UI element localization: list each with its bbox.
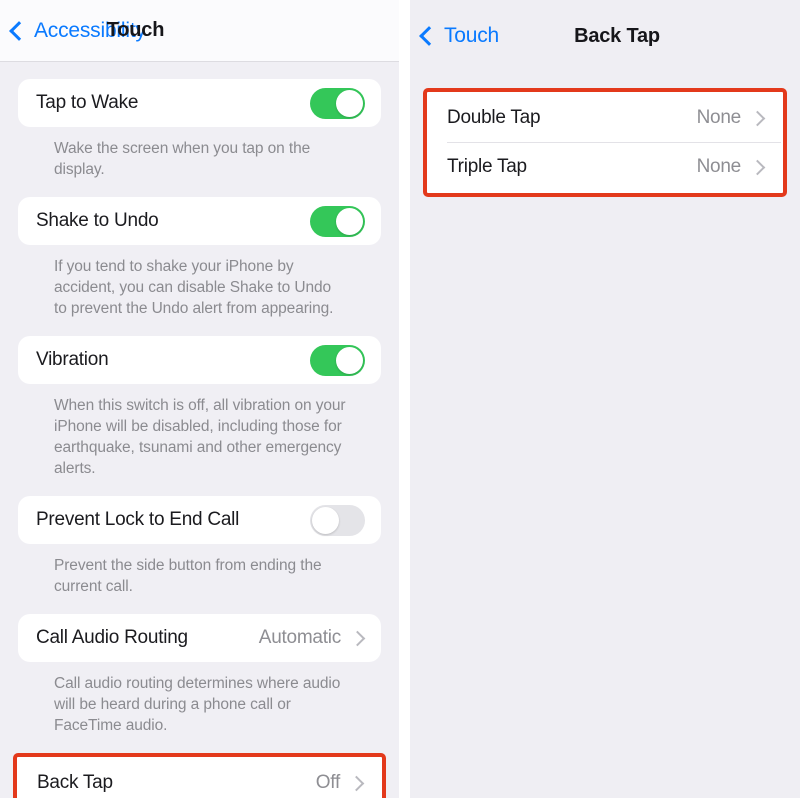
call-audio-routing-description: Call audio routing determines where audi… <box>54 675 341 734</box>
row-value-group: None <box>696 156 766 178</box>
back-to-accessibility-button[interactable]: Accessibility <box>0 19 146 43</box>
call-audio-routing-value: Automatic <box>258 627 341 648</box>
shake-to-undo-description: If you tend to shake your iPhone by acci… <box>54 258 334 317</box>
chevron-left-icon <box>9 20 29 41</box>
tap-to-wake-toggle[interactable] <box>310 87 365 119</box>
call-audio-routing-card: Call Audio Routing Automatic <box>18 614 381 662</box>
row-double-tap[interactable]: Double Tap None <box>429 94 781 142</box>
toggle-knob <box>312 506 339 534</box>
screen-divider <box>399 0 410 798</box>
back-button-label: Accessibility <box>34 18 146 42</box>
row-value-group: Automatic <box>258 627 366 649</box>
row-shake-to-undo[interactable]: Shake to Undo <box>18 197 381 245</box>
section-vibration: Vibration When this switch is off, all v… <box>18 336 381 479</box>
triple-tap-value: None <box>696 156 742 177</box>
tap-options-highlight-box: Double Tap None Triple Tap None <box>423 88 787 197</box>
row-label: Back Tap <box>37 772 113 793</box>
list-top-spacer <box>0 62 399 79</box>
row-label: Double Tap <box>447 107 541 128</box>
back-tap-card: Back Tap Off <box>19 759 380 798</box>
row-vibration[interactable]: Vibration <box>18 336 381 384</box>
vibration-description: When this switch is off, all vibration o… <box>54 397 346 477</box>
row-prevent-lock-to-end-call[interactable]: Prevent Lock to End Call <box>18 496 381 544</box>
toggle-knob <box>336 89 363 117</box>
section-back-tap: Back Tap Off Double or triple tap on the… <box>0 753 399 798</box>
tap-to-wake-description: Wake the screen when you tap on the disp… <box>54 140 311 178</box>
section-prevent-lock-to-end-call: Prevent Lock to End Call Prevent the sid… <box>18 496 381 597</box>
touch-settings-list: Tap to Wake Wake the screen when you tap… <box>0 62 399 798</box>
chevron-left-icon <box>419 26 439 46</box>
chevron-right-icon <box>349 630 366 646</box>
row-tap-to-wake[interactable]: Tap to Wake <box>18 79 381 127</box>
row-label: Call Audio Routing <box>36 627 188 648</box>
row-value-group: Off <box>315 772 365 794</box>
back-tap-navigation-bar: Touch Back Tap <box>410 0 800 72</box>
tap-options-card: Double Tap None Triple Tap None <box>429 94 781 191</box>
toggle-knob <box>336 207 363 235</box>
back-tap-list: Double Tap None Triple Tap None <box>410 88 800 197</box>
section-call-audio-routing: Call Audio Routing Automatic Call audio … <box>18 614 381 736</box>
touch-navigation-bar: Accessibility Touch <box>0 0 399 62</box>
chevron-right-icon <box>348 775 365 791</box>
row-value-group: None <box>696 107 766 129</box>
dual-screenshot-container: Accessibility Touch Tap to Wake Wake the… <box>0 0 800 798</box>
shake-to-undo-toggle[interactable] <box>310 205 365 237</box>
section-shake-to-undo: Shake to Undo If you tend to shake your … <box>18 197 381 319</box>
row-label: Vibration <box>36 349 109 370</box>
back-tap-value: Off <box>315 772 341 793</box>
prevent-lock-to-end-call-card: Prevent Lock to End Call <box>18 496 381 544</box>
row-label: Tap to Wake <box>36 92 139 113</box>
row-call-audio-routing[interactable]: Call Audio Routing Automatic <box>18 614 381 662</box>
double-tap-value: None <box>696 107 742 128</box>
back-tap-highlight-box: Back Tap Off <box>13 753 386 798</box>
prevent-lock-to-end-call-toggle[interactable] <box>310 504 365 536</box>
back-to-touch-button[interactable]: Touch <box>410 24 499 48</box>
row-label: Triple Tap <box>447 156 527 177</box>
chevron-right-icon <box>749 110 766 126</box>
shake-to-undo-card: Shake to Undo <box>18 197 381 245</box>
vibration-toggle[interactable] <box>310 344 365 376</box>
back-tap-settings-screen: Touch Back Tap Double Tap None Triple Ta… <box>410 0 800 798</box>
back-button-label: Touch <box>444 24 500 47</box>
touch-settings-screen: Accessibility Touch Tap to Wake Wake the… <box>0 0 399 798</box>
row-label: Prevent Lock to End Call <box>36 509 240 530</box>
row-back-tap[interactable]: Back Tap Off <box>19 759 380 798</box>
vibration-card: Vibration <box>18 336 381 384</box>
prevent-lock-to-end-call-description: Prevent the side button from ending the … <box>54 557 322 595</box>
row-label: Shake to Undo <box>36 210 159 231</box>
chevron-right-icon <box>749 159 766 175</box>
row-triple-tap[interactable]: Triple Tap None <box>429 143 781 191</box>
tap-to-wake-card: Tap to Wake <box>18 79 381 127</box>
toggle-knob <box>336 346 363 374</box>
section-tap-to-wake: Tap to Wake Wake the screen when you tap… <box>18 79 381 180</box>
